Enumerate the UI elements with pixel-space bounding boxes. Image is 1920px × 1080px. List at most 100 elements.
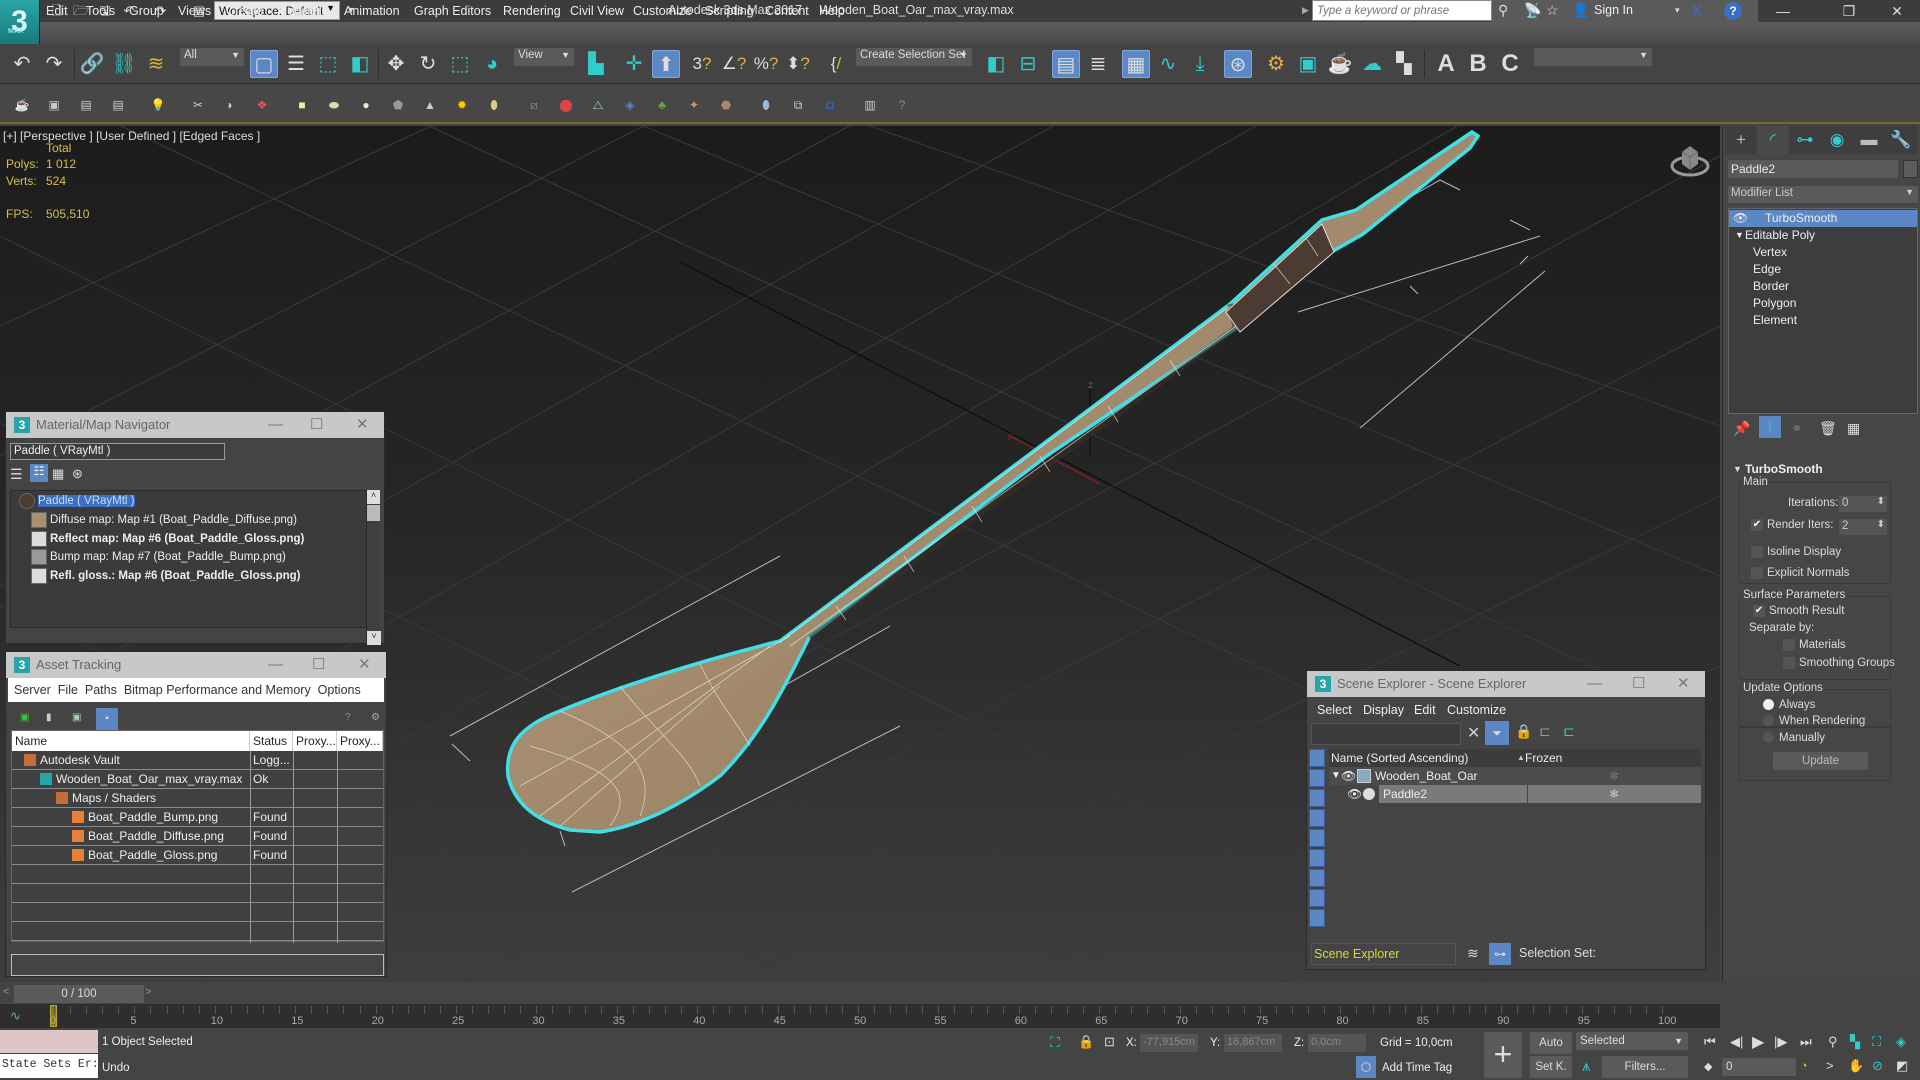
- scene-explorer-title-bar[interactable]: 3 Scene Explorer - Scene Explorer — ☐ ✕: [1307, 671, 1705, 697]
- scale-icon[interactable]: ⬚: [446, 50, 474, 78]
- orbit-icon[interactable]: ⊘: [1872, 1058, 1883, 1074]
- menu-customize[interactable]: Customize: [633, 4, 692, 18]
- update-always-radio[interactable]: Always: [1763, 699, 1815, 711]
- next-frame-button[interactable]: >: [145, 986, 151, 998]
- render-b-icon[interactable]: B: [1464, 50, 1492, 78]
- scroll-up-button[interactable]: ˄: [367, 490, 380, 504]
- viewport-label[interactable]: [+] [Perspective ] [User Defined ] [Edge…: [3, 129, 260, 143]
- vray-sphere-fade-icon[interactable]: ◈: [622, 97, 638, 113]
- smooth-result-checkbox[interactable]: ✔ Smooth Result: [1753, 605, 1844, 617]
- menu-rendering[interactable]: Rendering: [503, 4, 561, 18]
- vray-scene-converter-icon[interactable]: ❖: [254, 97, 270, 113]
- menu-display[interactable]: Display: [1363, 699, 1404, 721]
- angle-snap-icon[interactable]: ∠?: [720, 50, 748, 78]
- asset-row[interactable]: Maps / Shaders: [12, 789, 383, 808]
- menu-group[interactable]: Group: [129, 4, 164, 18]
- material-name-field[interactable]: Paddle ( VRayMtl ): [10, 443, 225, 460]
- iterations-spinner[interactable]: 0: [1839, 496, 1887, 512]
- isolate-selection-icon[interactable]: ⛶: [1050, 1034, 1060, 1051]
- vray-material-converter-icon[interactable]: ✂: [190, 97, 206, 113]
- clear-search-icon[interactable]: ✕: [1467, 723, 1480, 743]
- view-small-icons-icon[interactable]: ▦: [52, 466, 64, 482]
- update-when-rendering-radio[interactable]: When Rendering: [1763, 715, 1865, 727]
- stack-subobj-edge[interactable]: Edge: [1729, 261, 1917, 278]
- unlink-icon[interactable]: ⛓: [110, 50, 138, 78]
- checkbox-checked[interactable]: ✔: [1751, 519, 1763, 531]
- viewport-shading-label[interactable]: [User Defined ]: [96, 129, 176, 143]
- remove-modifier-icon[interactable]: 🗑: [1819, 420, 1837, 437]
- selection-lock-icon[interactable]: 🔒: [1078, 1034, 1094, 1050]
- vray-dome-light-icon[interactable]: ⬬: [326, 97, 342, 113]
- vault-status-icon[interactable]: ▣: [20, 712, 29, 723]
- link-icon[interactable]: 🔗: [78, 50, 106, 78]
- menu-modifiers[interactable]: Modifiers: [277, 4, 328, 18]
- rollout-collapse-icon[interactable]: ▼: [1733, 464, 1742, 474]
- selection-filter-dropdown[interactable]: All ▼: [180, 48, 244, 66]
- filters-button[interactable]: Filters...: [1602, 1056, 1688, 1078]
- filter-xrefs-icon[interactable]: [1309, 889, 1325, 907]
- maximize-viewport-icon[interactable]: ◩: [1896, 1058, 1908, 1074]
- vray-object-properties-icon[interactable]: ⧉: [790, 97, 806, 113]
- previous-frame-icon[interactable]: ◀|: [1730, 1034, 1743, 1050]
- hierarchy-expand-icon[interactable]: ⊏: [1563, 723, 1575, 740]
- move-icon[interactable]: ✥: [382, 50, 410, 78]
- stack-item-turbosmooth[interactable]: 👁 TurboSmooth: [1729, 210, 1917, 227]
- rect-region-icon[interactable]: ⬚: [314, 50, 342, 78]
- asset-tracking-title-bar[interactable]: 3 Asset Tracking — ☐ ✕: [6, 652, 386, 678]
- column-header-status[interactable]: Status: [250, 731, 293, 751]
- settings-icon[interactable]: ⚙: [371, 712, 380, 723]
- checkbox-unchecked[interactable]: [1751, 546, 1763, 558]
- auto-key-button[interactable]: Auto: [1530, 1032, 1572, 1054]
- key-filter-dropdown[interactable]: Selected ▼: [1576, 1032, 1688, 1050]
- menu-views[interactable]: Views: [178, 4, 211, 18]
- utilities-tab-icon[interactable]: 🔧: [1885, 126, 1917, 154]
- percent-snap-icon[interactable]: %?: [752, 50, 780, 78]
- column-header-proxy-2[interactable]: Proxy...: [337, 731, 383, 751]
- layers-icon[interactable]: ≋: [1467, 945, 1479, 962]
- visibility-eye-icon[interactable]: 👁: [1347, 785, 1362, 803]
- filter-helpers-icon[interactable]: [1309, 829, 1325, 847]
- vray-mesh-export-icon[interactable]: ◗: [222, 97, 238, 113]
- help-icon[interactable]: ?: [1724, 2, 1742, 20]
- stack-subobj-polygon[interactable]: Polygon: [1729, 295, 1917, 312]
- add-time-tag-button[interactable]: Add Time Tag: [1382, 1062, 1452, 1074]
- stack-item-editable-poly[interactable]: ▼ Editable Poly: [1729, 227, 1917, 244]
- x-coordinate-field[interactable]: -77,915cm: [1140, 1034, 1198, 1052]
- zoom-extents-icon[interactable]: ⛶: [1872, 1034, 1881, 1050]
- go-to-end-icon[interactable]: ⏭: [1800, 1034, 1812, 1050]
- menu-customize[interactable]: Customize: [1447, 699, 1506, 721]
- object-color-swatch[interactable]: [1903, 160, 1918, 178]
- display-tab-icon[interactable]: ▬: [1853, 126, 1885, 154]
- window-crossing-icon[interactable]: ◧: [346, 50, 374, 78]
- configure-modifier-sets-icon[interactable]: ▦: [1847, 420, 1860, 437]
- sign-in-button[interactable]: Sign In: [1594, 3, 1633, 17]
- render-preset-dropdown[interactable]: ▼: [1534, 48, 1652, 66]
- close-button[interactable]: ✕: [358, 652, 371, 678]
- scene-search-input[interactable]: [1311, 723, 1461, 745]
- keyboard-shortcut-icon[interactable]: ⬆: [652, 50, 680, 78]
- key-tangent-icon[interactable]: ⩚: [1582, 1058, 1590, 1075]
- expand-triangle-icon[interactable]: ▼: [1735, 227, 1744, 244]
- vray-light-lister-icon[interactable]: 💡: [150, 97, 166, 113]
- binoculars-icon[interactable]: ⚲: [1498, 2, 1508, 19]
- radio-unselected[interactable]: [1763, 715, 1774, 727]
- time-slider-thumb[interactable]: 0 / 100: [14, 985, 144, 1003]
- filter-geometry-icon[interactable]: [1309, 749, 1325, 767]
- menu-server[interactable]: Server: [14, 683, 51, 697]
- eye-icon[interactable]: 👁: [1733, 210, 1748, 227]
- search-input[interactable]: [1312, 0, 1492, 21]
- go-to-start-icon[interactable]: ⏮: [1704, 1034, 1716, 1050]
- ribbon-icon[interactable]: ▦: [1122, 50, 1150, 78]
- filter-cameras-icon[interactable]: [1309, 809, 1325, 827]
- snaps-icon[interactable]: 3?: [688, 50, 716, 78]
- minimize-button[interactable]: —: [1760, 0, 1806, 22]
- hierarchy-collapse-icon[interactable]: ⊏: [1539, 723, 1551, 740]
- matnav-title-bar[interactable]: 3 Material/Map Navigator — ☐ ✕: [6, 412, 384, 438]
- time-tag-icon[interactable]: ⬡: [1356, 1056, 1376, 1078]
- vray-plane-icon[interactable]: ⧍: [590, 97, 606, 113]
- tree-item-bump[interactable]: Bump map: Map #7 (Boat_Paddle_Bump.png): [31, 549, 286, 567]
- column-header-frozen[interactable]: Frozen: [1525, 749, 1562, 767]
- search-expand-icon[interactable]: ▶: [1302, 5, 1309, 16]
- close-button[interactable]: ✕: [356, 412, 369, 438]
- mirror-icon[interactable]: ◧: [982, 50, 1010, 78]
